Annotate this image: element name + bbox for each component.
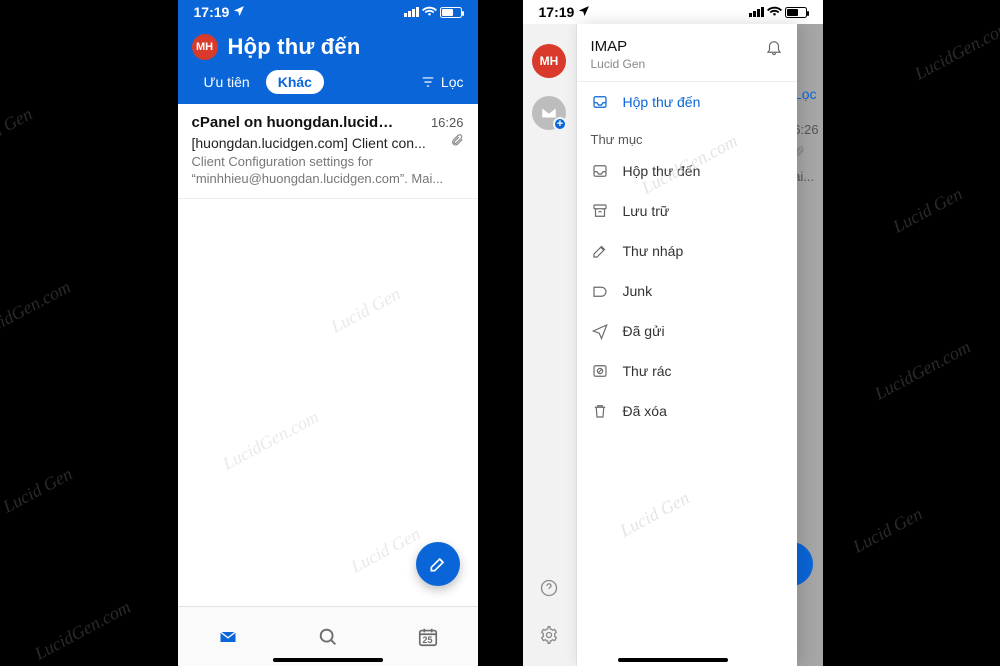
wifi-icon [767, 3, 782, 21]
message-preview: Client Configuration settings for “minhh… [192, 154, 464, 188]
message-time-peek: 6:26 [793, 122, 818, 137]
drawer-item-spam[interactable]: Thư rác [577, 351, 797, 391]
location-icon [233, 4, 245, 20]
drawer-item-label: Lưu trữ [623, 203, 670, 219]
page-title: Hộp thư đến [228, 34, 361, 60]
account-type: IMAP [591, 38, 646, 55]
inbox-tabs: Ưu tiên Khác [192, 70, 324, 94]
status-time: 17:19 [539, 4, 575, 20]
battery-icon [785, 7, 807, 18]
filter-label: Lọc [441, 74, 464, 90]
help-icon[interactable] [539, 578, 559, 603]
watermark: Lucid Gen [327, 284, 404, 338]
drawer-item-label: Junk [623, 283, 653, 299]
folder-drawer: LucidGen.com Lucid Gen IMAP Lucid Gen Hộ… [577, 24, 797, 666]
drawer-item-drafts[interactable]: Thư nháp [577, 231, 797, 271]
drawer-item-label: Đã gửi [623, 323, 665, 339]
drawer-item-deleted[interactable]: Đã xóa [577, 391, 797, 431]
drawer-item-label: Thư rác [623, 363, 672, 379]
tab-calendar[interactable]: 25 [408, 626, 448, 648]
drawer-item-label: Hộp thư đến [623, 94, 701, 110]
rail-account-current[interactable]: MH [532, 44, 566, 78]
drawer-item-label: Thư nháp [623, 243, 684, 259]
tab-focused[interactable]: Ưu tiên [192, 70, 262, 94]
settings-icon[interactable] [539, 625, 559, 650]
status-bar: 17:19 [523, 0, 823, 24]
rail-add-account[interactable]: + [532, 96, 566, 130]
drawer-item-inbox[interactable]: Hộp thư đến [577, 151, 797, 191]
status-indicators [404, 3, 462, 21]
inbox-header: MH Hộp thư đến Ưu tiên Khác Lọc [178, 24, 478, 104]
notification-bell-icon[interactable] [765, 38, 783, 61]
drawer-item-inbox-top[interactable]: Hộp thư đến [577, 82, 797, 122]
tab-other[interactable]: Khác [266, 70, 324, 94]
watermark: Lucid Gen [347, 524, 424, 578]
message-sender: cPanel on huongdan.lucidgen.c... [192, 114, 402, 131]
message-row[interactable]: cPanel on huongdan.lucidgen.c... 16:26 [… [178, 104, 478, 199]
bottom-tabbar: 25 [178, 606, 478, 666]
attachment-icon [450, 133, 464, 152]
home-indicator [618, 658, 728, 662]
phone-inbox: Lucid Gen LucidGen.com Lucid Gen 17:19 M… [178, 0, 478, 666]
cellular-icon [749, 7, 764, 17]
message-peek: 6:26 ai... [793, 118, 818, 188]
folders-heading: Thư mục [577, 122, 797, 151]
home-indicator [273, 658, 383, 662]
status-time: 17:19 [194, 4, 230, 20]
cellular-icon [404, 7, 419, 17]
plus-badge-icon: + [553, 117, 567, 131]
filter-button[interactable]: Lọc [421, 74, 464, 90]
account-name: Lucid Gen [591, 57, 646, 71]
phone-drawer: 17:19 Lọc 6:26 ai... [523, 0, 823, 666]
drawer-item-junk[interactable]: Junk [577, 271, 797, 311]
tab-search[interactable] [308, 626, 348, 648]
watermark: LucidGen.com [219, 406, 322, 474]
filter-peek: Lọc [794, 86, 817, 102]
drawer-item-sent[interactable]: Đã gửi [577, 311, 797, 351]
drawer-item-label: Đã xóa [623, 403, 667, 419]
drawer-item-archive[interactable]: Lưu trữ [577, 191, 797, 231]
status-bar: 17:19 [178, 0, 478, 24]
wifi-icon [422, 3, 437, 21]
message-subject: [huongdan.lucidgen.com] Client con... [192, 135, 426, 151]
location-icon [578, 4, 590, 20]
drawer-item-label: Hộp thư đến [623, 163, 701, 179]
watermark: Lucid Gen [616, 488, 693, 542]
account-avatar[interactable]: MH [192, 34, 218, 60]
message-time: 16:26 [431, 115, 464, 130]
calendar-day-label: 25 [408, 635, 448, 645]
compose-button[interactable] [416, 542, 460, 586]
battery-icon [440, 7, 462, 18]
account-rail: MH + [523, 24, 577, 666]
tab-mail[interactable] [208, 627, 248, 647]
